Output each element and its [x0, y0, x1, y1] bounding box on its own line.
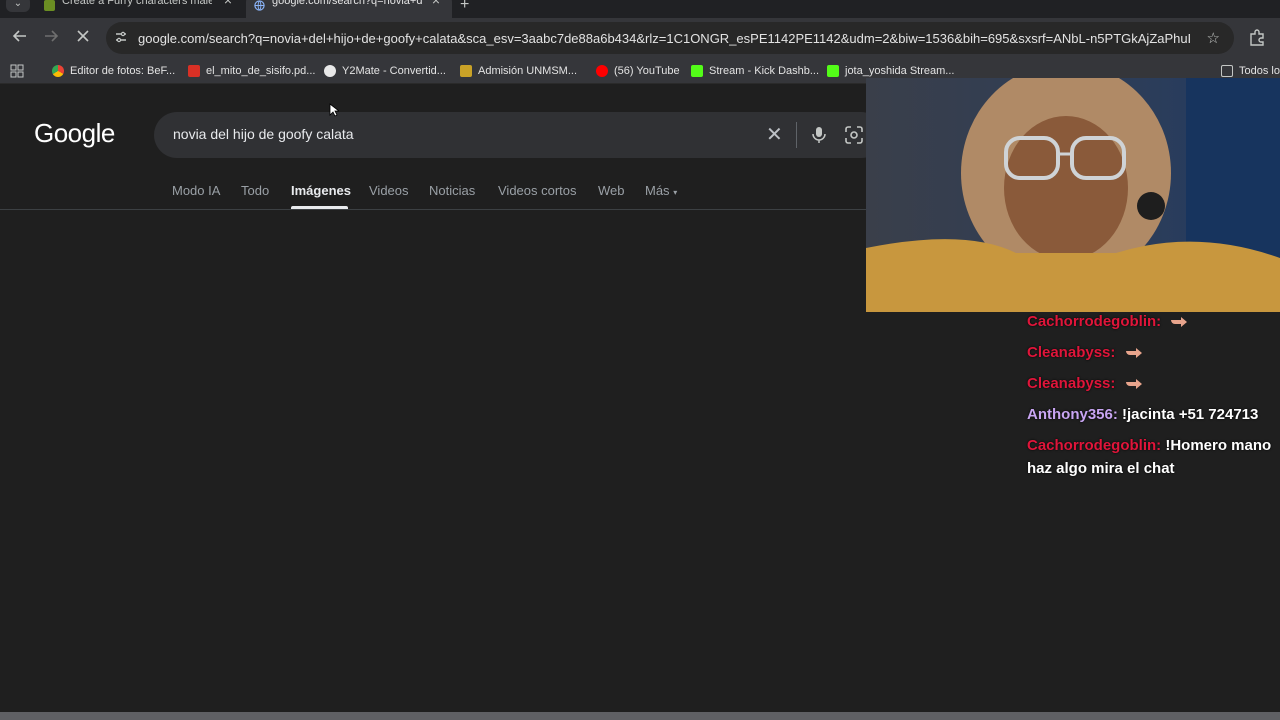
apps-grid-icon[interactable] [10, 64, 24, 78]
y2mate-icon [324, 65, 336, 77]
forward-arrow-icon[interactable] [41, 28, 61, 48]
bookmark-item[interactable]: Editor de fotos: BeF... [52, 63, 175, 79]
divider [796, 122, 797, 148]
bookmark-label: jota_yoshida Stream... [845, 65, 955, 77]
plus-icon[interactable]: + [460, 0, 469, 14]
tab-web[interactable]: Web [598, 183, 625, 198]
tab-videos[interactable]: Videos [369, 183, 409, 198]
sprite-icon [44, 0, 55, 11]
bookmark-item[interactable]: Admisión UNMSM... [460, 63, 577, 79]
chat-username: Anthony356: [1027, 406, 1118, 423]
stream-chat: Cachorrodegoblin: Cleanabyss: Cleanabyss… [1027, 310, 1277, 488]
close-icon[interactable]: ✕ [766, 125, 783, 145]
chat-message: Anthony356: !jacinta +51 724713 [1027, 403, 1277, 426]
bookmark-label: Stream - Kick Dashb... [709, 65, 820, 77]
kick-icon [827, 65, 839, 77]
chat-message: Cleanabyss: [1027, 372, 1277, 395]
tab-mas[interactable]: Más ▾ [645, 183, 677, 198]
microphone-icon[interactable] [809, 125, 829, 145]
tab-label: Create a Furry characters male [62, 0, 212, 7]
address-bar[interactable]: google.com/search?q=novia+del+hijo+de+go… [106, 22, 1234, 54]
pointing-hand-icon [1125, 348, 1142, 359]
bookmark-label: Y2Mate - Convertid... [342, 65, 446, 77]
bookmark-label: (56) YouTube [614, 65, 680, 77]
bookmark-label: Admisión UNMSM... [478, 65, 578, 77]
search-box[interactable]: novia del hijo de goofy calata ✕ [154, 112, 884, 158]
mouse-cursor-icon [329, 103, 339, 117]
chat-text: !jacinta +51 724713 [1122, 406, 1259, 423]
bookmark-item[interactable]: Y2Mate - Convertid... [324, 63, 446, 79]
active-tab-indicator [291, 206, 348, 209]
chat-username: Cachorrodegoblin: [1027, 313, 1162, 330]
tab-active[interactable]: google.com/search?q=novia+d × [246, 0, 452, 18]
bookmark-label: Todos lo [1239, 65, 1280, 77]
folder-icon [1221, 65, 1233, 77]
chat-message: Cleanabyss: [1027, 341, 1277, 364]
stop-loading-icon[interactable] [73, 28, 93, 48]
chat-username: Cachorrodegoblin: [1027, 437, 1162, 454]
globe-icon [254, 0, 265, 11]
bottom-strip [0, 712, 1280, 720]
tab-todo[interactable]: Todo [241, 183, 269, 198]
star-icon[interactable]: ☆ [1207, 29, 1220, 47]
close-icon[interactable]: × [432, 0, 440, 7]
tab-modo-ia[interactable]: Modo IA [172, 183, 220, 198]
lens-icon[interactable] [844, 125, 864, 145]
bookmark-item[interactable]: el_mito_de_sisifo.pd... [188, 63, 315, 79]
search-tabs: Modo IA Todo Imágenes Videos Noticias Vi… [0, 170, 868, 210]
url-text: google.com/search?q=novia+del+hijo+de+go… [138, 31, 1190, 46]
webcam-image [866, 78, 1280, 312]
bookmark-item[interactable]: jota_yoshida Stream... [827, 63, 954, 79]
tab-label: google.com/search?q=novia+d [272, 0, 422, 7]
tab-imagenes[interactable]: Imágenes [291, 183, 351, 198]
tab-noticias[interactable]: Noticias [429, 183, 475, 198]
close-icon[interactable]: × [224, 0, 232, 7]
pointing-hand-icon [1171, 317, 1188, 328]
bookmark-label: Editor de fotos: BeF... [70, 65, 176, 77]
site-info-icon[interactable] [114, 30, 128, 44]
caret-down-icon: ▾ [673, 188, 678, 197]
bookmark-folder[interactable]: Todos lo [1221, 63, 1280, 79]
tab-search-button[interactable]: ⌄ [6, 0, 30, 12]
google-logo[interactable]: Google [34, 118, 115, 149]
chrome-icon [52, 65, 64, 77]
kick-icon [691, 65, 703, 77]
extensions-icon[interactable] [1248, 28, 1266, 46]
tab-mas-label: Más [645, 183, 670, 198]
bookmark-item[interactable]: (56) YouTube [596, 63, 680, 79]
search-input[interactable]: novia del hijo de goofy calata [173, 126, 354, 142]
tab-videos-cortos[interactable]: Videos cortos [498, 183, 577, 198]
bookmark-label: el_mito_de_sisifo.pd... [206, 65, 316, 77]
chat-username: Cleanabyss: [1027, 375, 1116, 392]
tab-inactive[interactable]: Create a Furry characters male × [36, 0, 244, 18]
browser-toolbar: google.com/search?q=novia+del+hijo+de+go… [0, 18, 1280, 58]
youtube-icon [596, 65, 608, 77]
unmsm-icon [460, 65, 472, 77]
chat-message: Cachorrodegoblin: [1027, 310, 1277, 333]
chat-message: Cachorrodegoblin: !Homero mano haz algo … [1027, 434, 1277, 480]
pdf-icon [188, 65, 200, 77]
tab-strip: ⌄ Create a Furry characters male × googl… [0, 0, 1280, 18]
back-arrow-icon[interactable] [10, 28, 30, 48]
chat-username: Cleanabyss: [1027, 344, 1116, 361]
bookmark-item[interactable]: Stream - Kick Dashb... [691, 63, 819, 79]
pointing-hand-icon [1125, 379, 1142, 390]
webcam-overlay [866, 78, 1280, 312]
